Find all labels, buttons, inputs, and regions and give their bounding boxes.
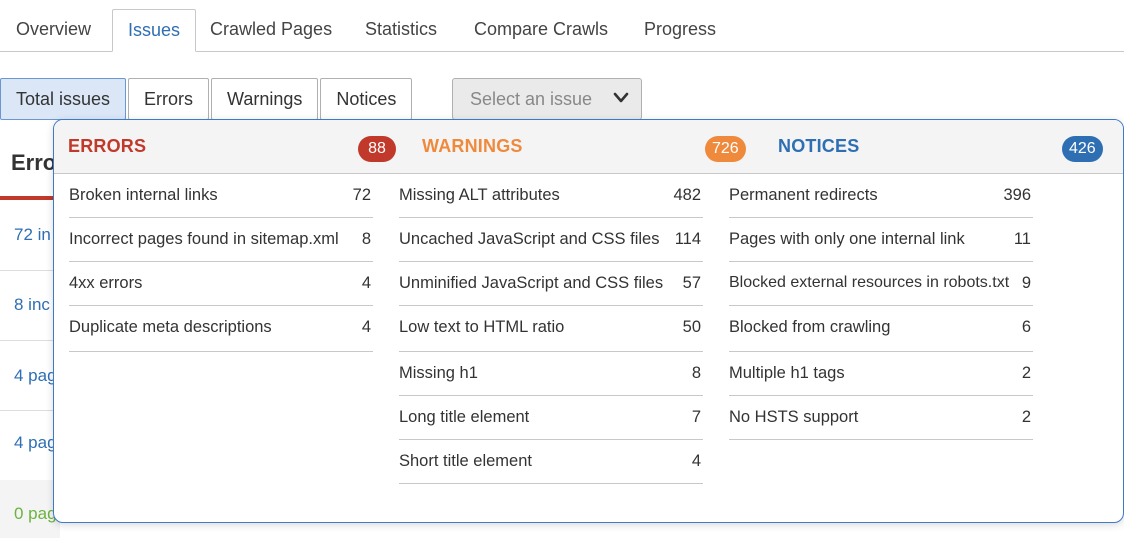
- issue-count: 11: [1013, 230, 1031, 248]
- issue-label: 4xx errors: [69, 274, 143, 292]
- issue-link[interactable]: 8 inc: [14, 295, 50, 315]
- tab-issues[interactable]: Issues: [112, 9, 197, 52]
- issue-filter-group: Total issues Errors Warnings Notices: [0, 78, 414, 120]
- list-item[interactable]: Blocked external resources in robots.txt…: [729, 262, 1033, 306]
- errors-filter-button[interactable]: Errors: [128, 78, 210, 120]
- issue-link[interactable]: 72 in: [14, 225, 51, 245]
- warnings-count-badge: 726: [705, 136, 746, 162]
- list-item[interactable]: Pages with only one internal link 11: [729, 218, 1033, 262]
- issue-label: No HSTS support: [729, 408, 859, 426]
- issue-label: Broken internal links: [69, 186, 218, 204]
- list-item[interactable]: Missing h1 8: [399, 352, 703, 396]
- notices-category-title: NOTICES: [778, 136, 860, 156]
- issue-count: 2: [1021, 408, 1031, 426]
- issue-count: 7: [691, 408, 701, 426]
- issue-label: Blocked from crawling: [729, 318, 891, 336]
- issue-select[interactable]: Select an issue: [452, 78, 642, 120]
- tab-bar: Overview Issues Crawled Pages Statistics…: [0, 0, 1124, 52]
- list-item[interactable]: Blocked from crawling 6: [729, 306, 1033, 352]
- issue-label: Missing ALT attributes: [399, 186, 560, 204]
- issue-count: 114: [674, 230, 701, 248]
- issue-count: 4: [361, 318, 371, 336]
- issue-label: Permanent redirects: [729, 186, 878, 204]
- divider: [0, 270, 60, 271]
- errors-section-heading: Erro: [11, 150, 57, 175]
- issue-select-placeholder: Select an issue: [470, 89, 593, 109]
- list-item[interactable]: Broken internal links 72: [69, 174, 373, 218]
- notices-column: Permanent redirects 396 Pages with only o…: [729, 174, 1033, 440]
- issue-count: 4: [361, 274, 371, 292]
- tab-compare-crawls[interactable]: Compare Crawls: [459, 9, 623, 52]
- list-item[interactable]: Unminified JavaScript and CSS files 57: [399, 262, 703, 306]
- tab-overview[interactable]: Overview: [1, 9, 106, 52]
- tab-progress[interactable]: Progress: [629, 9, 731, 52]
- errors-column: Broken internal links 72 Incorrect pages …: [69, 174, 373, 352]
- issue-count: 72: [352, 186, 371, 204]
- issue-count: 4: [691, 452, 701, 470]
- warnings-filter-button[interactable]: Warnings: [211, 78, 319, 120]
- issue-count: 50: [682, 318, 701, 336]
- errors-section-underline: [0, 196, 60, 200]
- divider: [0, 340, 60, 341]
- list-item[interactable]: Multiple h1 tags 2: [729, 352, 1033, 396]
- issue-label: Low text to HTML ratio: [399, 318, 565, 336]
- list-item[interactable]: Missing ALT attributes 482: [399, 174, 703, 218]
- issue-count: 2: [1021, 364, 1031, 382]
- issue-count: 57: [682, 274, 701, 292]
- divider: [0, 410, 60, 411]
- issue-label: Unminified JavaScript and CSS files: [399, 274, 664, 292]
- list-item[interactable]: Low text to HTML ratio 50: [399, 306, 703, 352]
- issue-count: 396: [1003, 186, 1031, 204]
- list-item[interactable]: Incorrect pages found in sitemap.xml 8: [69, 218, 373, 262]
- issues-dropdown-panel: ERRORS 88 WARNINGS 726 NOTICES 426 Broke…: [53, 119, 1124, 523]
- issue-label: Multiple h1 tags: [729, 364, 845, 382]
- issue-link[interactable]: 0 pag: [14, 504, 57, 524]
- warnings-category-title: WARNINGS: [422, 136, 523, 156]
- issue-label: Incorrect pages found in sitemap.xml: [69, 230, 339, 248]
- list-item[interactable]: Permanent redirects 396: [729, 174, 1033, 218]
- list-item[interactable]: 4xx errors 4: [69, 262, 373, 306]
- issue-label: Pages with only one internal link: [729, 230, 965, 248]
- notices-filter-button[interactable]: Notices: [320, 78, 413, 120]
- issue-count: 8: [691, 364, 701, 382]
- issue-label: Duplicate meta descriptions: [69, 318, 272, 336]
- issue-label: Missing h1: [399, 364, 478, 382]
- tab-crawled-pages[interactable]: Crawled Pages: [195, 9, 347, 52]
- notices-count-badge: 426: [1062, 136, 1103, 162]
- list-item[interactable]: Long title element 7: [399, 396, 703, 440]
- warnings-column: Missing ALT attributes 482 Uncached JavaS…: [399, 174, 703, 484]
- issue-label: Blocked external resources in robots.txt: [729, 274, 1010, 291]
- issue-link[interactable]: 4 pag: [14, 366, 57, 386]
- list-item[interactable]: Uncached JavaScript and CSS files 114: [399, 218, 703, 262]
- panel-header: ERRORS 88 WARNINGS 726 NOTICES 426: [54, 120, 1123, 174]
- issue-count: 482: [673, 186, 701, 204]
- issue-label: Short title element: [399, 452, 532, 470]
- list-item[interactable]: No HSTS support 2: [729, 396, 1033, 440]
- issue-link[interactable]: 4 pag: [14, 433, 57, 453]
- errors-count-badge: 88: [358, 136, 396, 162]
- total-issues-button[interactable]: Total issues: [0, 78, 127, 120]
- issue-label: Long title element: [399, 408, 530, 426]
- list-item[interactable]: Short title element 4: [399, 440, 703, 484]
- issue-label: Uncached JavaScript and CSS files: [399, 230, 660, 248]
- chevron-down-icon: [613, 92, 629, 103]
- issue-count: 8: [361, 230, 371, 248]
- tab-statistics[interactable]: Statistics: [350, 9, 452, 52]
- list-item[interactable]: Duplicate meta descriptions 4: [69, 306, 373, 352]
- errors-category-title: ERRORS: [68, 136, 147, 156]
- issue-count: 6: [1021, 318, 1031, 336]
- issue-count: 9: [1021, 274, 1031, 292]
